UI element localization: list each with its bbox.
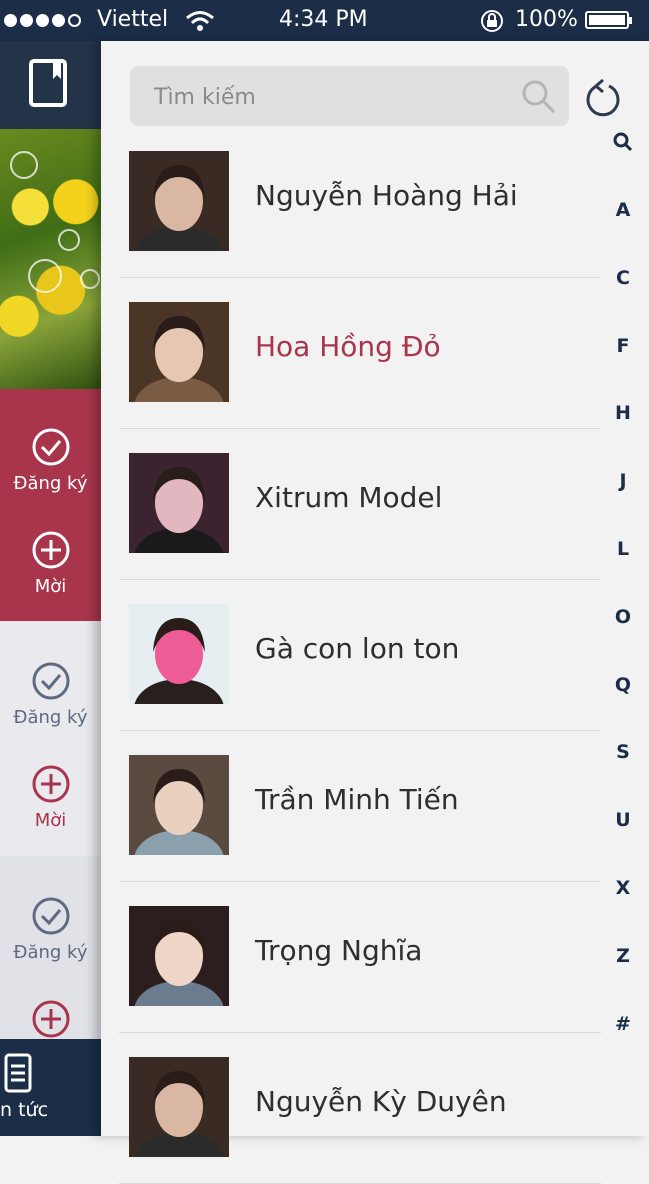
contact-name: Gà con lon ton (255, 632, 460, 665)
index-letter[interactable]: A (601, 199, 645, 221)
check-circle-icon (32, 897, 69, 935)
avatar (129, 302, 229, 402)
contact-row[interactable]: Hoa Hồng Đỏ (101, 278, 601, 429)
plus-circle-icon (32, 531, 69, 569)
index-letter[interactable]: L (601, 538, 645, 560)
contact-action-card: Đăng ký Mời (0, 621, 101, 856)
avatar (129, 1057, 229, 1157)
invite-label: Mời (34, 810, 67, 831)
index-letter[interactable]: S (601, 741, 645, 763)
news-label: n tức (0, 1099, 49, 1121)
contact-row[interactable]: Nguyễn Kỳ Duyên (101, 1033, 601, 1184)
index-letter[interactable]: F (601, 335, 645, 357)
check-circle-icon (32, 662, 69, 700)
plus-circle-icon (32, 1000, 69, 1038)
contact-row[interactable]: Xitrum Model (101, 429, 601, 580)
index-search-icon[interactable] (601, 132, 645, 157)
plus-circle-icon (32, 765, 69, 803)
wifi-icon (185, 10, 215, 38)
invite-action[interactable]: Mời (0, 530, 101, 597)
avatar (129, 604, 229, 704)
index-letter[interactable]: X (601, 877, 645, 899)
contact-name: Xitrum Model (255, 481, 443, 514)
news-tab[interactable]: n tức (0, 1039, 101, 1136)
carrier-name: Viettel (97, 7, 169, 32)
invite-action[interactable] (0, 999, 101, 1039)
news-icon (4, 1053, 32, 1093)
index-letter[interactable]: O (601, 606, 645, 628)
battery-icon (585, 11, 632, 29)
contact-row[interactable]: Gà con lon ton (101, 580, 601, 731)
signal-strength-icon (4, 0, 81, 41)
contact-action-card: Đăng ký (0, 856, 101, 1039)
register-action[interactable]: Đăng ký (0, 427, 101, 494)
contact-action-card: Đăng ký Mời (0, 389, 101, 624)
index-letter[interactable]: J (601, 470, 645, 492)
index-letter[interactable]: Z (601, 945, 645, 967)
index-letter[interactable]: C (601, 267, 645, 289)
contact-name: Trọng Nghĩa (255, 934, 423, 967)
avatar (129, 453, 229, 553)
contact-name: Hoa Hồng Đỏ (255, 330, 441, 363)
contact-name: Nguyễn Kỳ Duyên (255, 1085, 507, 1118)
check-circle-icon (32, 428, 69, 466)
register-label: Đăng ký (13, 707, 88, 728)
index-letter[interactable]: U (601, 809, 645, 831)
status-time: 4:34 PM (279, 7, 368, 32)
refresh-icon[interactable] (585, 77, 621, 117)
book-icon (29, 59, 67, 107)
register-label: Đăng ký (13, 473, 88, 494)
contacts-panel: Nguyễn Hoàng Hải Hoa Hồng Đỏ Xitrum Model G… (101, 41, 649, 1184)
side-menu-peek: Đăng ký Mời Đăng ký Mời Đăng ký n tức (0, 41, 101, 1136)
rotation-lock-icon (480, 9, 504, 39)
invite-label: Mời (34, 576, 67, 597)
contact-name: Trần Minh Tiến (255, 783, 459, 816)
index-letter[interactable]: H (601, 402, 645, 424)
index-letter[interactable]: Q (601, 674, 645, 696)
contact-list: Nguyễn Hoàng Hải Hoa Hồng Đỏ Xitrum Model G… (101, 127, 601, 1184)
search-bar (130, 66, 569, 128)
register-label: Đăng ký (13, 942, 88, 963)
status-bar: Viettel 4:34 PM 100% (0, 0, 649, 41)
register-action[interactable]: Đăng ký (0, 661, 101, 728)
contact-row[interactable]: Trọng Nghĩa (101, 882, 601, 1033)
contact-row[interactable]: Nguyễn Hoàng Hải (101, 127, 601, 278)
contact-row[interactable]: Trần Minh Tiến (101, 731, 601, 882)
search-input[interactable] (152, 66, 516, 128)
invite-action[interactable]: Mời (0, 764, 101, 831)
cover-photo (0, 129, 101, 389)
battery-percentage: 100% (515, 7, 578, 32)
avatar (129, 906, 229, 1006)
index-letter[interactable]: # (601, 1013, 645, 1035)
avatar (129, 151, 229, 251)
search-icon[interactable] (521, 79, 557, 115)
register-action[interactable]: Đăng ký (0, 896, 101, 963)
contact-name: Nguyễn Hoàng Hải (255, 179, 518, 212)
avatar (129, 755, 229, 855)
book-tab[interactable] (0, 41, 101, 129)
